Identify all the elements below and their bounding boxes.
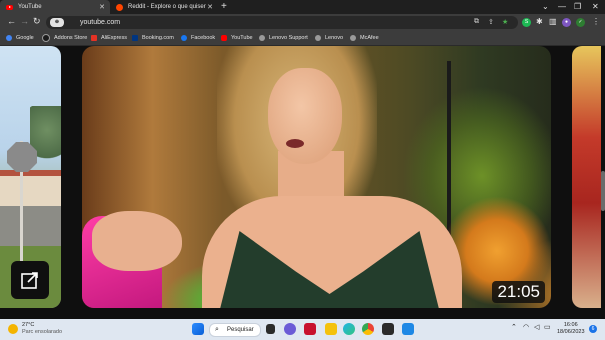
side-panel-icon[interactable]: ▥ (549, 17, 557, 26)
booking-icon (132, 35, 138, 41)
bookmark-star-icon[interactable]: ★ (502, 18, 508, 26)
stop-sign-image (7, 142, 37, 172)
house-image (0, 176, 61, 210)
chrome-icon[interactable] (362, 323, 374, 335)
bookmark-google[interactable]: Google (6, 31, 34, 45)
wifi-icon[interactable]: ◠ (523, 323, 529, 331)
bookmark-lenovo-support[interactable]: Lenovo Support (259, 31, 308, 45)
extension-icon[interactable]: S (522, 18, 531, 27)
bookmark-label: McAfee (360, 35, 379, 41)
back-button[interactable]: ← (7, 16, 16, 26)
bookmark-addons-store[interactable]: Addons Store (42, 31, 87, 45)
tab-title: YouTube (18, 4, 42, 10)
extensions-puzzle-icon[interactable]: ✱ (536, 17, 543, 26)
store-icon[interactable] (382, 323, 394, 335)
globe-icon (259, 35, 265, 41)
face-image (268, 68, 342, 164)
weather-widget[interactable]: 27°C Parc ensolarado (8, 322, 62, 336)
url-text[interactable]: youtube.com (80, 18, 120, 27)
windows-taskbar: 27°C Parc ensolarado ⌕ Pesquisar ⌃ ◠ ◁ ▭… (0, 319, 605, 340)
video-duration-badge: 21:05 (492, 281, 545, 303)
search-icon: ⌕ (215, 326, 219, 333)
reload-button[interactable]: ↻ (33, 16, 41, 27)
bookmark-label: Google (16, 35, 34, 41)
mcafee-icon[interactable] (304, 323, 316, 335)
install-app-icon[interactable]: ⧉ (474, 18, 479, 26)
bookmark-label: Lenovo (325, 35, 344, 41)
video-player[interactable]: 21:05 (82, 46, 551, 308)
bookmarks-bar: Google Addons Store AliExpress Booking.c… (0, 31, 605, 46)
bookmark-aliexpress[interactable]: AliExpress (91, 31, 127, 45)
globe-icon (350, 35, 356, 41)
menu-icon[interactable]: ⋮ (592, 17, 600, 26)
share-button[interactable] (11, 261, 49, 299)
taskbar-search[interactable]: ⌕ Pesquisar (209, 323, 261, 337)
site-info-icon[interactable]: ⊕ (50, 18, 64, 27)
bookmark-lenovo[interactable]: Lenovo (315, 31, 343, 45)
profile-avatar[interactable]: ● (562, 18, 571, 27)
google-icon (6, 35, 12, 41)
addons-store-icon (42, 34, 50, 42)
close-window-button[interactable]: ✕ (592, 2, 599, 11)
bookmark-label: Booking.com (142, 35, 174, 41)
tray-chevron-icon[interactable]: ⌃ (511, 323, 517, 331)
maximize-button[interactable]: ❐ (574, 2, 581, 11)
file-explorer-icon[interactable] (325, 323, 337, 335)
bookmark-mcafee[interactable]: McAfee (350, 31, 379, 45)
clock-date: 18/06/2023 (557, 329, 585, 335)
browser-toolbar: ← → ↻ ⊕ youtube.com ⧉ ⇪ ★ S ✱ ▥ ● ✓ ⋮ (0, 14, 605, 31)
sync-check-icon[interactable]: ✓ (576, 18, 585, 27)
task-view-icon[interactable] (266, 324, 275, 334)
share-icon[interactable]: ⇪ (488, 18, 494, 26)
search-label: Pesquisar (227, 327, 254, 333)
close-tab-icon[interactable]: ✕ (99, 3, 105, 11)
bookmark-label: YouTube (231, 35, 253, 41)
shorts-feed: 21:05 (0, 46, 605, 319)
open-external-icon (21, 272, 38, 289)
bookmark-label: Lenovo Support (269, 35, 308, 41)
start-icon[interactable] (192, 323, 204, 335)
new-tab-button[interactable]: + (221, 1, 227, 12)
previous-short-thumbnail[interactable] (0, 46, 61, 308)
tab-strip: YouTube ✕ Reddit - Explore o que quiser … (0, 0, 605, 14)
tab-reddit[interactable]: Reddit - Explore o que quiser ✕ (110, 0, 218, 14)
bookmark-label: Facebook (191, 35, 216, 41)
aliexpress-icon (91, 35, 97, 41)
address-bar[interactable]: ⊕ youtube.com ⧉ ⇪ ★ (46, 16, 518, 29)
volume-icon[interactable]: ◁ (534, 323, 539, 331)
tab-search-icon[interactable]: ⌄ (542, 2, 549, 11)
bookmark-label: AliExpress (101, 35, 127, 41)
mouth-image (286, 139, 304, 148)
battery-icon[interactable]: ▭ (544, 323, 551, 331)
bookmark-facebook[interactable]: Facebook (181, 31, 215, 45)
clock-time: 16:06 (563, 322, 578, 328)
bookmark-label: Addons Store (54, 35, 88, 41)
tab-youtube[interactable]: YouTube ✕ (0, 0, 110, 14)
chat-icon[interactable] (284, 323, 296, 335)
youtube-icon (6, 4, 13, 10)
edge-icon[interactable] (343, 323, 355, 335)
system-clock[interactable]: 16:06 18/06/2023 (557, 322, 585, 336)
tab-title: Reddit - Explore o que quiser (128, 4, 206, 10)
facebook-icon (181, 35, 187, 41)
weather-desc: Parc ensolarado (22, 329, 63, 335)
sun-icon (8, 324, 18, 334)
notification-badge[interactable]: 6 (589, 325, 597, 333)
close-tab-icon[interactable]: ✕ (207, 3, 213, 11)
minimize-button[interactable]: — (558, 2, 566, 11)
bookmark-booking[interactable]: Booking.com (132, 31, 174, 45)
globe-icon (315, 35, 321, 41)
scrollbar-thumb[interactable] (601, 171, 605, 211)
reddit-icon (116, 3, 123, 11)
bookmark-youtube[interactable]: YouTube (221, 31, 253, 45)
lenovo-icon[interactable] (402, 323, 414, 335)
hand-image (92, 211, 182, 271)
forward-button[interactable]: → (20, 16, 29, 26)
weather-temp: 27°C (22, 322, 35, 328)
youtube-icon (221, 35, 227, 41)
